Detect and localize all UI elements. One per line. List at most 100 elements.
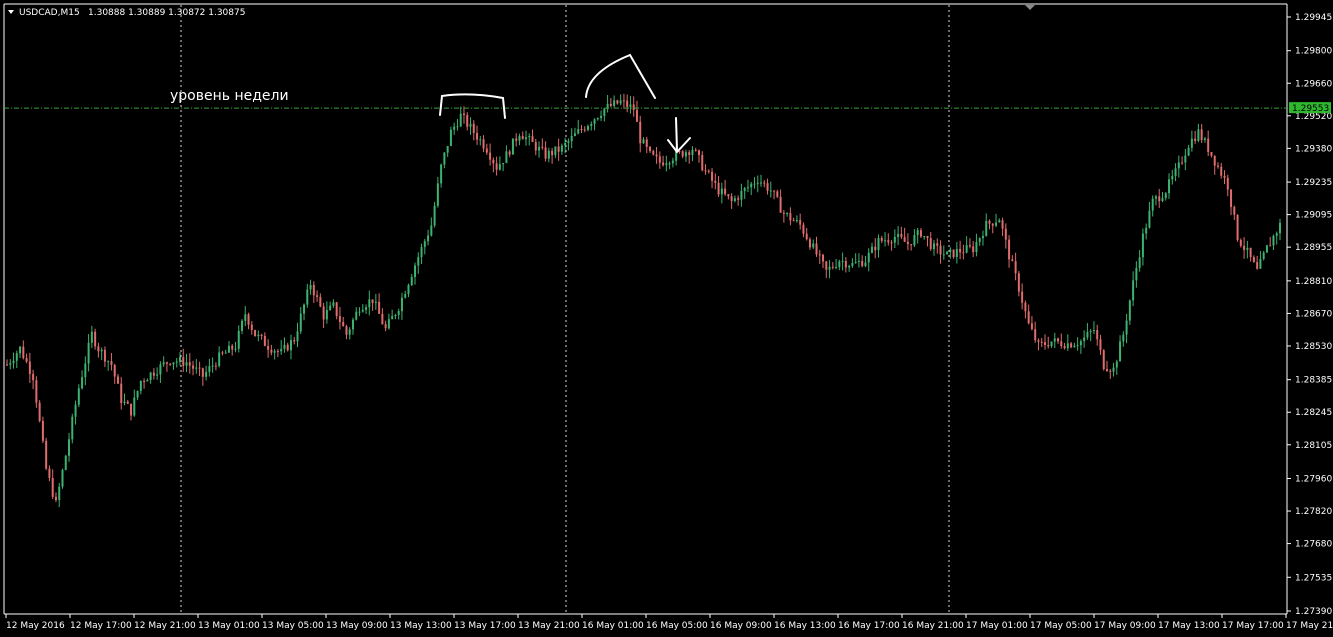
candle-body [955, 248, 958, 258]
candle-body [453, 126, 456, 130]
candle-body [54, 496, 57, 501]
price-tick-label: 1.29660 [1295, 79, 1332, 89]
candle-body [1063, 346, 1066, 349]
price-chart[interactable]: 1.299451.298001.296601.295201.293801.292… [0, 0, 1333, 637]
candle-body [551, 150, 554, 156]
candle-body [919, 230, 922, 237]
candle-body [841, 260, 844, 262]
candle-body [19, 346, 22, 354]
candle-body [567, 141, 570, 143]
candle-body [985, 220, 988, 236]
candle-body [407, 285, 410, 295]
candle-body [195, 367, 198, 369]
candle-body [436, 183, 439, 206]
price-tick-label: 1.27390 [1295, 607, 1332, 617]
candle-body [544, 147, 547, 159]
candle-body [260, 334, 263, 336]
candle-body [348, 329, 351, 335]
candle-body [655, 154, 658, 157]
candle-body [1194, 138, 1197, 141]
candle-body [234, 348, 237, 350]
candle-body [577, 129, 580, 134]
candle-body [534, 141, 537, 151]
time-tick-label: 16 May 21:00 [902, 621, 964, 631]
candle-body [476, 132, 479, 140]
candle-body [1132, 280, 1135, 301]
candle-body [498, 164, 501, 170]
candle-body [319, 296, 322, 307]
price-tick-label: 1.27680 [1295, 540, 1332, 550]
candle-body [329, 305, 332, 310]
candle-body [116, 376, 119, 384]
candle-body [342, 321, 345, 327]
candle-body [1272, 235, 1275, 246]
candle-body [942, 254, 945, 256]
candle-body [100, 349, 103, 352]
candle-body [946, 251, 949, 255]
candle-body [639, 121, 642, 144]
time-tick-label: 12 May 2016 [6, 621, 65, 631]
candle-body [482, 139, 485, 149]
candle-body [1043, 342, 1046, 346]
candle-body [169, 363, 172, 365]
candle-body [338, 316, 341, 322]
candle-body [861, 260, 864, 267]
candle-body [247, 314, 250, 325]
candle-body [374, 301, 377, 303]
candle-body [1066, 343, 1069, 349]
time-tick-label: 12 May 17:00 [70, 621, 132, 631]
candle-body [583, 129, 586, 131]
candle-body [84, 363, 87, 378]
candle-body [714, 180, 717, 183]
candle-body [139, 380, 142, 391]
candle-body [652, 150, 655, 155]
candle-body [795, 219, 798, 221]
shift-marker-icon[interactable] [1025, 5, 1035, 10]
candle-body [1099, 339, 1102, 351]
candle-body [1086, 332, 1089, 338]
candle-body [185, 362, 188, 366]
candle-body [257, 334, 260, 337]
candle-body [335, 302, 338, 317]
candle-body [1089, 331, 1092, 333]
candle-body [371, 299, 374, 303]
candle-body [1122, 334, 1125, 342]
time-tick-label: 16 May 13:00 [774, 621, 836, 631]
candle-body [662, 162, 665, 166]
candle-body [159, 364, 162, 375]
candle-body [1246, 247, 1249, 250]
candle-body [1158, 196, 1161, 202]
candle-body [988, 220, 991, 224]
candle-body [417, 257, 420, 266]
candle-body [936, 243, 939, 246]
candle-body [316, 295, 319, 297]
candle-body [28, 361, 31, 374]
candle-body [933, 243, 936, 249]
candle-body [64, 455, 67, 470]
candle-body [162, 362, 165, 365]
candle-body [1079, 341, 1082, 346]
candle-body [355, 311, 358, 320]
annotation-text: уровень недели [170, 88, 289, 104]
candle-body [267, 345, 270, 350]
time-tick-label: 17 May 09:00 [1094, 621, 1156, 631]
candle-body [619, 100, 622, 104]
candle-body [502, 163, 505, 165]
price-tick-label: 1.29095 [1295, 211, 1332, 221]
candle-body [296, 331, 299, 342]
candle-body [1148, 210, 1151, 228]
candle-body [926, 236, 929, 239]
time-tick-label: 16 May 01:00 [582, 621, 644, 631]
down-arrow-drawing [667, 117, 691, 154]
candle-body [835, 267, 838, 269]
candle-body [1252, 257, 1255, 263]
candle-body [149, 372, 152, 380]
candle-body [903, 236, 906, 242]
candle-body [479, 139, 482, 141]
current-price-label: 1.29553 [1289, 102, 1331, 114]
candle-body [394, 314, 397, 317]
candle-body [1030, 323, 1033, 330]
candle-body [280, 348, 283, 352]
time-tick-label: 17 May 05:00 [1030, 621, 1092, 631]
candle-body [613, 100, 616, 107]
